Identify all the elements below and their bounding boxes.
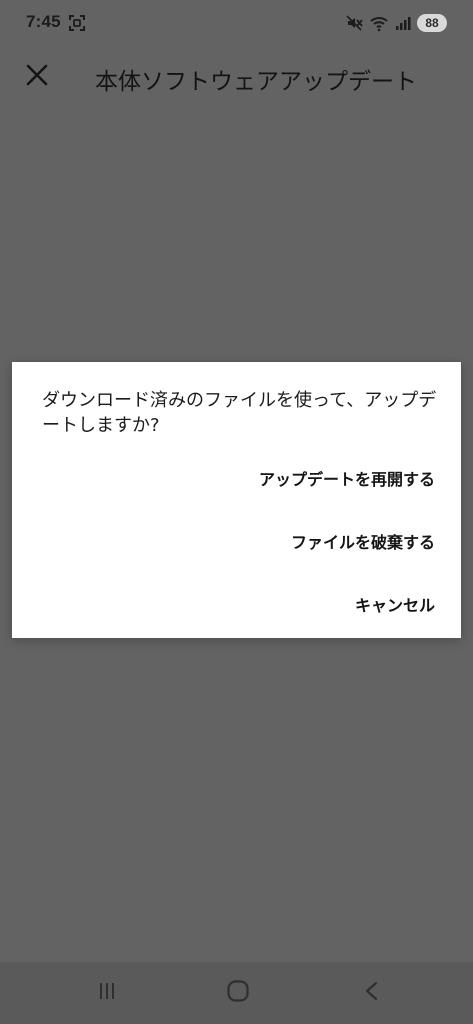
- resume-update-button[interactable]: アップデートを再開する: [259, 466, 435, 490]
- close-icon: [25, 63, 49, 91]
- home-icon: [225, 978, 251, 1008]
- dialog-message: ダウンロード済みのファイルを使って、アップデートしますか?: [42, 390, 437, 436]
- update-dialog: ダウンロード済みのファイルを使って、アップデートしますか? アップデートを再開す…: [12, 362, 461, 638]
- cancel-button[interactable]: キャンセル: [355, 592, 435, 616]
- mute-icon: [345, 14, 363, 32]
- page-title: 本体ソフトウェアアップデート: [95, 69, 417, 95]
- status-icons: 88: [345, 12, 447, 34]
- signal-icon: [395, 15, 411, 31]
- recents-icon: [96, 980, 118, 1006]
- status-bar: 7:45 88: [0, 0, 473, 48]
- home-button[interactable]: [218, 976, 258, 1010]
- discard-file-button[interactable]: ファイルを破棄する: [291, 529, 435, 553]
- close-button[interactable]: [22, 62, 52, 92]
- battery-badge: 88: [417, 14, 447, 32]
- back-icon: [361, 980, 383, 1006]
- recents-button[interactable]: [87, 976, 127, 1010]
- screenshot-icon: [68, 14, 86, 32]
- app-bar: 本体ソフトウェアアップデート: [0, 48, 473, 108]
- back-button[interactable]: [352, 976, 392, 1010]
- navigation-bar: [0, 962, 473, 1024]
- wifi-icon: [369, 14, 389, 32]
- status-time: 7:45: [26, 12, 61, 31]
